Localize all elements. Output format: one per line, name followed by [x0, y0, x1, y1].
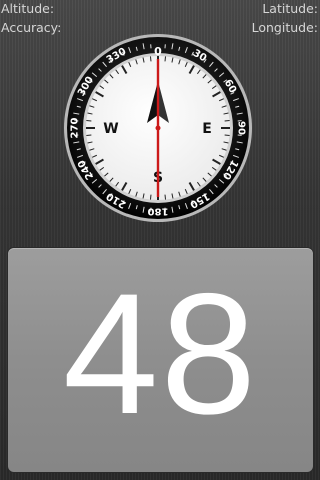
- status-row-1: Altitude: Latitude:: [0, 1, 320, 19]
- compass-dial: 306090120150180210240270300330 0 W E S: [64, 34, 252, 222]
- face-tick: [224, 119, 230, 122]
- face-tick: [164, 194, 167, 200]
- face-tick: [149, 56, 152, 62]
- west-label: W: [103, 121, 118, 137]
- speed-panel: 48: [8, 248, 313, 472]
- east-label: E: [202, 121, 212, 137]
- face-tick: [86, 119, 92, 122]
- bezel-label: 180: [148, 206, 169, 217]
- accuracy-label: Accuracy:: [1, 20, 62, 35]
- bezel-label: 90: [236, 121, 247, 135]
- latitude-label: Latitude:: [262, 1, 318, 16]
- bezel-label: 270: [70, 118, 81, 139]
- needle-pivot: [155, 125, 161, 131]
- north-label: 0: [154, 45, 162, 58]
- face-tick: [149, 194, 152, 200]
- altitude-label: Altitude:: [1, 1, 55, 16]
- speed-value: 48: [62, 258, 259, 450]
- longitude-label: Longitude:: [251, 20, 318, 35]
- face-tick: [224, 134, 230, 137]
- face-tick: [164, 56, 167, 62]
- face-tick: [86, 134, 92, 137]
- compass: 306090120150180210240270300330 0 W E S: [63, 33, 253, 223]
